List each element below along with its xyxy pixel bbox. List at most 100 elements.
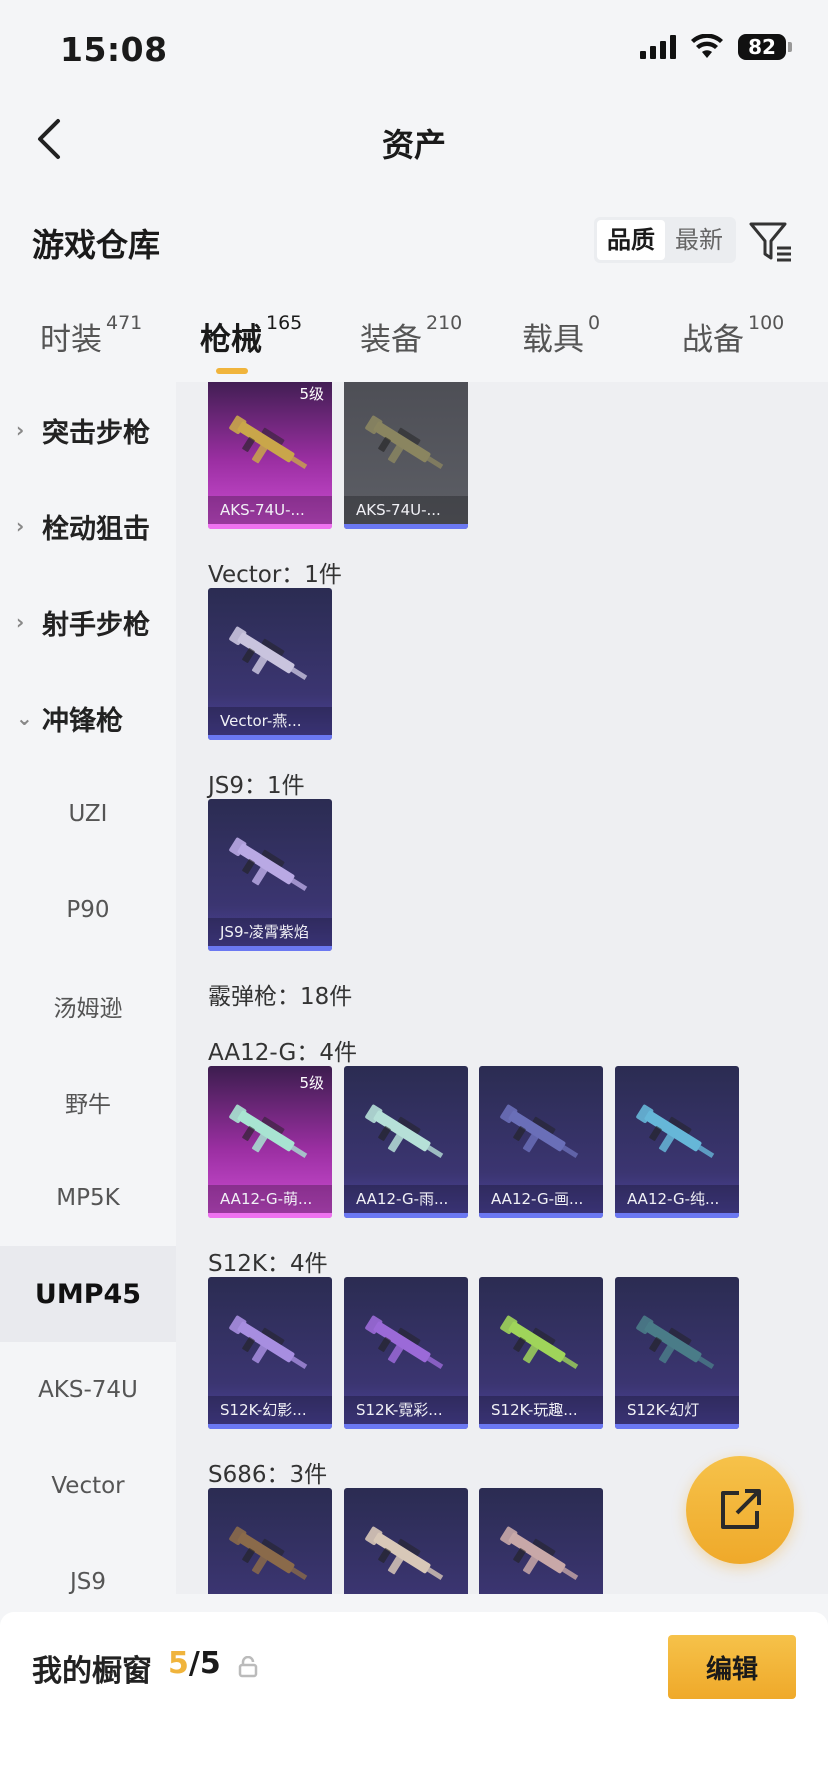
weapon-card[interactable]: S12K-玩趣... xyxy=(479,1277,603,1429)
filter-icon xyxy=(749,222,791,262)
sidebar-group-label: 栓动狙击 xyxy=(42,513,150,545)
weapon-image xyxy=(365,415,444,469)
sort-quality-button[interactable]: 品质 xyxy=(597,220,665,260)
weapon-image xyxy=(365,1104,444,1158)
weapon-image xyxy=(365,1315,444,1369)
tab-count: 0 xyxy=(588,312,601,334)
category-tabs: 时装 471 枪械 165 装备 210 载具 0 战备 100 xyxy=(0,300,828,382)
section-title: JS9：1件 xyxy=(208,773,305,799)
status-icons: 82 xyxy=(640,34,792,60)
weapon-image xyxy=(229,1526,308,1580)
filter-button[interactable] xyxy=(746,216,796,266)
weapon-image xyxy=(229,626,308,680)
weapon-name: AA12-G-画... xyxy=(479,1185,603,1213)
weapon-image xyxy=(365,1526,444,1580)
share-icon xyxy=(721,1489,761,1529)
weapon-card[interactable] xyxy=(479,1488,603,1594)
page-title: 资产 xyxy=(381,126,446,164)
weapon-card[interactable]: S12K-幻灯 xyxy=(615,1277,739,1429)
weapon-name: AKS-74U-... xyxy=(344,496,468,524)
sidebar-item-vector[interactable]: Vector xyxy=(0,1438,176,1534)
weapon-card[interactable]: AA12-G-画... xyxy=(479,1066,603,1218)
tab-firearms[interactable]: 枪械 165 xyxy=(200,312,303,359)
weapon-card[interactable]: S12K-幻影... xyxy=(208,1277,332,1429)
weapon-card[interactable]: AA12-G-雨... xyxy=(344,1066,468,1218)
sidebar-item-thompson[interactable]: 汤姆逊 xyxy=(0,958,176,1054)
cellular-signal-icon xyxy=(640,35,676,59)
rarity-strip xyxy=(208,946,332,951)
weapon-image xyxy=(636,1315,715,1369)
weapon-card[interactable]: JS9-凌霄紫焰 xyxy=(208,799,332,951)
tab-equipment[interactable]: 装备 210 xyxy=(360,312,463,359)
weapon-card[interactable] xyxy=(208,1488,332,1594)
sidebar-group-bolt-sniper[interactable]: › 栓动狙击 xyxy=(0,478,176,574)
rarity-strip xyxy=(479,1213,603,1218)
rarity-strip xyxy=(344,1424,468,1429)
rarity-strip xyxy=(208,1424,332,1429)
weapon-name: Vector-燕... xyxy=(208,707,332,735)
tab-count: 165 xyxy=(266,312,303,334)
edit-button[interactable]: 编辑 xyxy=(668,1635,796,1699)
weapon-card[interactable] xyxy=(344,1488,468,1594)
weapon-grid: AKS-74U：2件AKS-74U-...5级AKS-74U-...Vector… xyxy=(176,382,828,1594)
sidebar-item-mp5k[interactable]: MP5K xyxy=(0,1150,176,1246)
weapon-image xyxy=(500,1526,579,1580)
weapon-card[interactable]: AA12-G-纯... xyxy=(615,1066,739,1218)
rarity-strip xyxy=(615,1213,739,1218)
warehouse-title: 游戏仓库 xyxy=(32,226,161,264)
sidebar-group-smg[interactable]: ⌄ 冲锋枪 xyxy=(0,670,176,766)
weapon-image xyxy=(229,837,308,891)
sidebar-group-marksman-rifle[interactable]: › 射手步枪 xyxy=(0,574,176,670)
chevron-right-icon: › xyxy=(16,610,25,634)
lock-icon xyxy=(238,1656,258,1678)
chevron-right-icon: › xyxy=(16,514,25,538)
sidebar-item-ump45[interactable]: UMP45 xyxy=(0,1246,176,1342)
tab-vehicles[interactable]: 载具 0 xyxy=(522,312,601,359)
showcase-count: 5/5 xyxy=(168,1646,221,1681)
sidebar-item-aks74u[interactable]: AKS-74U xyxy=(0,1342,176,1438)
weapon-card[interactable]: Vector-燕... xyxy=(208,588,332,740)
tab-count: 210 xyxy=(426,312,463,334)
sort-toggle: 品质 最新 xyxy=(594,217,736,263)
rarity-strip xyxy=(208,524,332,529)
sidebar-group-label: 冲锋枪 xyxy=(42,705,123,737)
sidebar-item-p90[interactable]: P90 xyxy=(0,862,176,958)
weapon-image xyxy=(229,1315,308,1369)
weapon-name: S12K-霓彩... xyxy=(344,1396,468,1424)
battery-icon: 82 xyxy=(738,34,792,60)
section-title: Vector：1件 xyxy=(208,562,342,588)
tab-label: 装备 xyxy=(360,322,422,358)
weapon-image xyxy=(636,1104,715,1158)
sidebar-item-bizon[interactable]: 野牛 xyxy=(0,1054,176,1150)
sidebar-item-uzi[interactable]: UZI xyxy=(0,766,176,862)
weapon-name: S12K-幻灯 xyxy=(615,1396,739,1424)
weapon-name: AA12-G-萌... xyxy=(208,1185,332,1213)
rarity-strip xyxy=(208,735,332,740)
weapon-card[interactable]: AA12-G-萌... 5级 xyxy=(208,1066,332,1218)
level-badge: 5级 xyxy=(299,1074,324,1092)
weapon-card[interactable]: AKS-74U-... xyxy=(344,382,468,529)
chevron-right-icon: › xyxy=(16,418,25,442)
chevron-down-icon: ⌄ xyxy=(16,706,33,730)
sort-newest-button[interactable]: 最新 xyxy=(665,220,733,260)
weapon-image xyxy=(500,1104,579,1158)
sidebar-group-label: 射手步枪 xyxy=(42,609,150,641)
sidebar-group-assault-rifle[interactable]: › 突击步枪 xyxy=(0,382,176,478)
showcase-current: 5 xyxy=(168,1646,189,1681)
weapon-card[interactable]: AKS-74U-... 5级 xyxy=(208,382,332,529)
rarity-strip xyxy=(479,1424,603,1429)
tab-label: 枪械 xyxy=(200,322,262,358)
share-button[interactable] xyxy=(686,1456,794,1564)
weapon-image xyxy=(500,1315,579,1369)
sidebar-item-js9[interactable]: JS9 xyxy=(0,1534,176,1594)
showcase-total: 5 xyxy=(199,1646,221,1681)
weapon-name: AA12-G-纯... xyxy=(615,1185,739,1213)
weapon-name: JS9-凌霄紫焰 xyxy=(208,918,332,946)
section-title: AA12-G：4件 xyxy=(208,1040,357,1066)
weapon-card[interactable]: S12K-霓彩... xyxy=(344,1277,468,1429)
showcase-label: 我的橱窗 xyxy=(32,1654,152,1689)
nav-header: 资产 xyxy=(0,100,828,180)
tab-fashion[interactable]: 时装 471 xyxy=(40,312,142,359)
rarity-strip xyxy=(208,1213,332,1218)
tab-supplies[interactable]: 战备 100 xyxy=(682,312,784,359)
